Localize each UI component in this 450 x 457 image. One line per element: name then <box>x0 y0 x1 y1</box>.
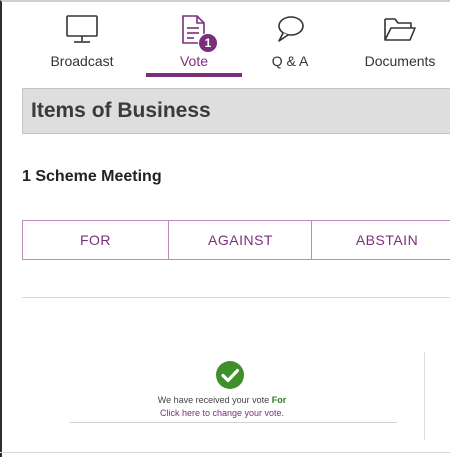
monitor-icon <box>65 14 99 49</box>
check-circle-icon <box>215 360 245 395</box>
items-of-business-header: Items of Business <box>22 88 450 134</box>
vote-confirmation: We have received your vote For Click her… <box>22 352 422 442</box>
divider <box>70 422 397 423</box>
divider <box>22 297 450 298</box>
active-tab-indicator <box>146 73 242 77</box>
resolution-title: 1 Scheme Meeting <box>22 168 162 185</box>
vote-value: For <box>271 395 287 405</box>
vote-abstain-button[interactable]: ABSTAIN <box>311 221 450 259</box>
tab-bar: Broadcast 1 Vote Q & A Documents <box>0 0 450 78</box>
vote-count-badge: 1 <box>198 33 218 53</box>
tab-qa-label: Q & A <box>271 53 309 69</box>
tab-qa[interactable]: Q & A <box>253 0 327 78</box>
vote-options: FOR AGAINST ABSTAIN <box>22 220 450 260</box>
tab-broadcast[interactable]: Broadcast <box>37 0 127 78</box>
vote-against-button[interactable]: AGAINST <box>168 221 312 259</box>
vote-for-button[interactable]: FOR <box>23 221 168 259</box>
divider <box>0 452 450 453</box>
vote-received-message: We have received your vote For <box>22 395 422 405</box>
tab-documents[interactable]: Documents <box>350 0 450 78</box>
tab-broadcast-label: Broadcast <box>50 53 114 69</box>
divider <box>424 352 425 440</box>
tab-vote-label: Vote <box>179 53 209 69</box>
folder-icon <box>382 14 418 49</box>
tab-vote[interactable]: 1 Vote <box>146 0 242 78</box>
tab-documents-label: Documents <box>364 53 436 69</box>
change-vote-link[interactable]: Click here to change your vote. <box>22 408 422 418</box>
section-title: Items of Business <box>31 99 211 122</box>
speech-bubble-icon <box>275 14 305 49</box>
vote-received-text: We have received your vote <box>157 395 270 405</box>
